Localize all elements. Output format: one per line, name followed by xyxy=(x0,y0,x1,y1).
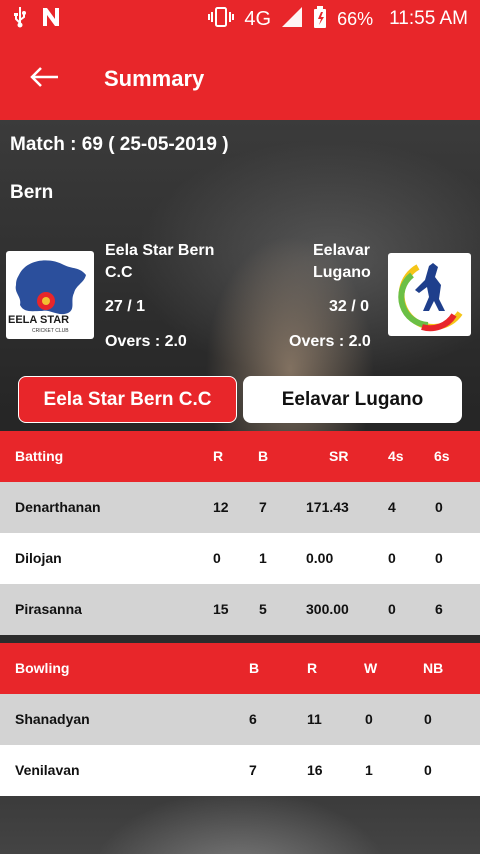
header-balls: B xyxy=(249,660,260,676)
table-row[interactable]: Dilojan 0 1 0.00 0 0 xyxy=(0,533,480,584)
batting-header-row: Batting R B SR 4s 6s xyxy=(0,431,480,482)
venue: Bern xyxy=(10,182,54,203)
app-bar: Summary xyxy=(0,38,480,120)
clock: 11:55 AM xyxy=(389,8,468,29)
tab-team-a[interactable]: Eela Star Bern C.C xyxy=(18,376,237,423)
team-a-logo-text: EELA STAR xyxy=(8,314,70,326)
bowler-wickets: 1 xyxy=(365,762,373,778)
bowler-runs: 11 xyxy=(307,711,322,727)
match-info: Match : 69 ( 25-05-2019 ) xyxy=(10,134,229,155)
table-row[interactable]: Denarthanan 12 7 171.43 4 0 xyxy=(0,482,480,533)
table-row[interactable]: Venilavan 7 16 1 0 xyxy=(0,745,480,796)
header-balls: B xyxy=(258,448,269,464)
bowling-header: Bowling xyxy=(15,660,70,676)
batter-strike-rate: 300.00 xyxy=(306,601,349,617)
batter-runs: 12 xyxy=(213,499,229,515)
batter-strike-rate: 0.00 xyxy=(306,550,334,566)
team-a-logo-subtext: CRICKET CLUB xyxy=(32,328,69,334)
header-no-balls: NB xyxy=(423,660,444,676)
status-bar: 4G 66% 11:55 AM xyxy=(0,0,480,38)
bowling-table: Bowling B R W NB Shanadyan 6 11 0 0 Veni… xyxy=(0,643,480,796)
batter-name: Pirasanna xyxy=(15,601,82,617)
bowler-wickets: 0 xyxy=(365,711,373,727)
vibrate-icon xyxy=(208,6,235,33)
table-row[interactable]: Shanadyan 6 11 0 0 xyxy=(0,694,480,745)
page-title: Summary xyxy=(104,66,205,91)
bowler-name: Shanadyan xyxy=(15,711,90,727)
team-b-overs: Overs : 2.0 xyxy=(289,333,371,350)
battery-icon xyxy=(313,5,327,33)
header-strike-rate: SR xyxy=(329,448,349,464)
batter-sixes: 0 xyxy=(435,550,443,566)
batter-runs: 15 xyxy=(213,601,229,617)
team-b-score: 32 / 0 xyxy=(329,298,370,315)
network-label: 4G xyxy=(244,7,272,30)
signal-icon xyxy=(281,6,303,33)
batter-balls: 7 xyxy=(259,499,267,515)
batter-fours: 0 xyxy=(388,601,396,617)
team-b-logo xyxy=(388,253,471,336)
header-fours: 4s xyxy=(388,448,404,464)
bowler-balls: 7 xyxy=(249,762,257,778)
batting-header: Batting xyxy=(15,448,64,464)
batter-balls: 1 xyxy=(259,550,267,566)
battery-percent: 66% xyxy=(337,8,374,29)
bowler-no-balls: 0 xyxy=(424,711,432,727)
usb-icon xyxy=(12,6,28,33)
team-b-name: Eelavar Lugano xyxy=(313,242,371,281)
bowler-runs: 16 xyxy=(307,762,323,778)
bowling-header-row: Bowling B R W NB xyxy=(0,643,480,694)
bowler-balls: 6 xyxy=(249,711,257,727)
team-a-score: 27 / 1 xyxy=(105,298,146,315)
header-sixes: 6s xyxy=(434,448,450,464)
batter-fours: 0 xyxy=(388,550,396,566)
team-a-name: Eela Star Bern C.C xyxy=(105,242,215,281)
team-a-logo: EELA STAR CRICKET CLUB xyxy=(6,251,94,339)
batter-sixes: 0 xyxy=(435,499,443,515)
bowler-name: Venilavan xyxy=(15,762,80,778)
n-icon xyxy=(40,6,62,33)
bowler-no-balls: 0 xyxy=(424,762,432,778)
batter-name: Denarthanan xyxy=(15,499,101,515)
batter-balls: 5 xyxy=(259,601,267,617)
batter-name: Dilojan xyxy=(15,550,62,566)
tab-team-b[interactable]: Eelavar Lugano xyxy=(243,376,462,423)
table-row[interactable]: Pirasanna 15 5 300.00 0 6 xyxy=(0,584,480,635)
header-runs: R xyxy=(213,448,224,464)
batter-strike-rate: 171.43 xyxy=(306,499,349,515)
batter-fours: 4 xyxy=(388,499,396,515)
batter-runs: 0 xyxy=(213,550,221,566)
team-a-overs: Overs : 2.0 xyxy=(105,333,187,350)
header-runs: R xyxy=(307,660,318,676)
back-button[interactable] xyxy=(14,49,74,109)
header-wickets: W xyxy=(364,660,378,676)
batting-table: Batting R B SR 4s 6s Denarthanan 12 7 17… xyxy=(0,431,480,635)
back-arrow-icon xyxy=(29,66,59,93)
batter-sixes: 6 xyxy=(435,601,443,617)
